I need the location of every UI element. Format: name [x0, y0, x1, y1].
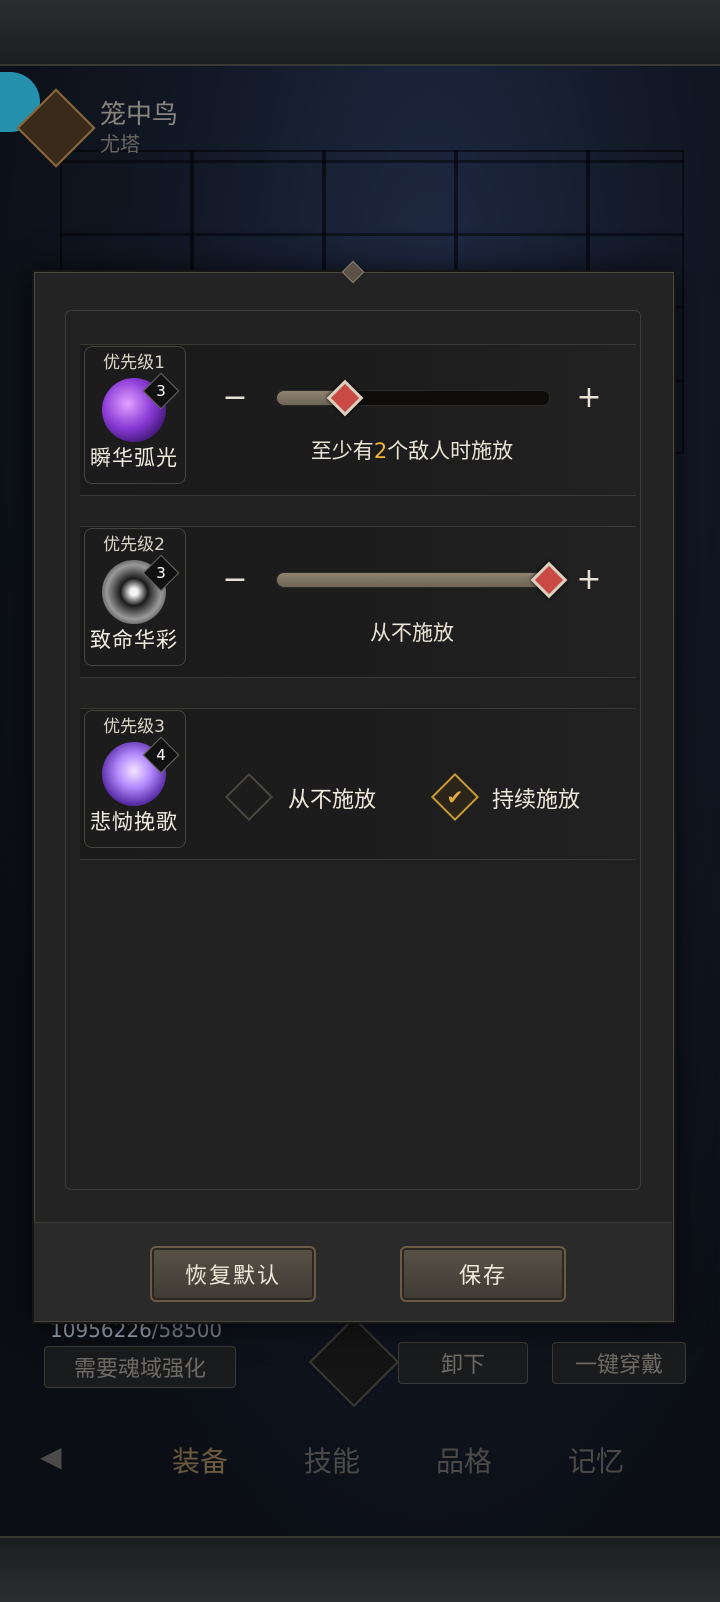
tab-memory[interactable]: 记忆: [568, 1440, 624, 1480]
slider-fill: [277, 573, 549, 587]
skill-name: 致命华彩: [90, 628, 178, 652]
back-arrow-icon[interactable]: ◀: [40, 1440, 100, 1473]
decrease-button[interactable]: −: [216, 560, 254, 598]
reset-default-button[interactable]: 恢复默认: [150, 1246, 316, 1302]
character-name: 笼中鸟: [100, 100, 179, 130]
equip-all-button[interactable]: 一键穿戴: [552, 1342, 686, 1384]
tab-character[interactable]: 品格: [436, 1440, 492, 1480]
dialog-footer: [34, 1222, 672, 1321]
always-cast-label[interactable]: 持续施放: [492, 782, 580, 814]
desc-suffix: 个敌人时施放: [387, 439, 514, 463]
unequip-button[interactable]: 卸下: [398, 1342, 528, 1384]
tab-equipment[interactable]: 装备: [172, 1440, 228, 1480]
desc-prefix: 至少有: [310, 439, 374, 463]
decrease-button[interactable]: −: [216, 378, 254, 416]
tab-skills[interactable]: 技能: [304, 1440, 360, 1480]
skill-name: 悲恸挽歌: [90, 810, 178, 834]
priority-label: 优先级1: [103, 353, 165, 373]
top-frame: [0, 0, 720, 66]
increase-button[interactable]: +: [570, 560, 608, 598]
never-cast-label[interactable]: 从不施放: [288, 782, 376, 814]
priority-label: 优先级2: [103, 535, 165, 555]
check-icon: ✔: [446, 785, 464, 809]
character-subtitle: 尤塔: [100, 132, 140, 156]
target-count-slider[interactable]: [276, 572, 550, 588]
save-button[interactable]: 保存: [400, 1246, 566, 1302]
increase-button[interactable]: +: [570, 378, 608, 416]
priority-label: 优先级3: [103, 717, 165, 737]
bottom-frame: [0, 1536, 720, 1602]
skill-name: 瞬华弧光: [90, 446, 178, 470]
cast-condition-text: 从不施放: [370, 621, 454, 645]
soul-enhance-button[interactable]: 需要魂域强化: [44, 1346, 236, 1388]
target-count-slider[interactable]: [276, 390, 550, 406]
enemy-count: 2: [373, 439, 388, 463]
cast-condition-text: 至少有2个敌人时施放: [276, 435, 548, 465]
